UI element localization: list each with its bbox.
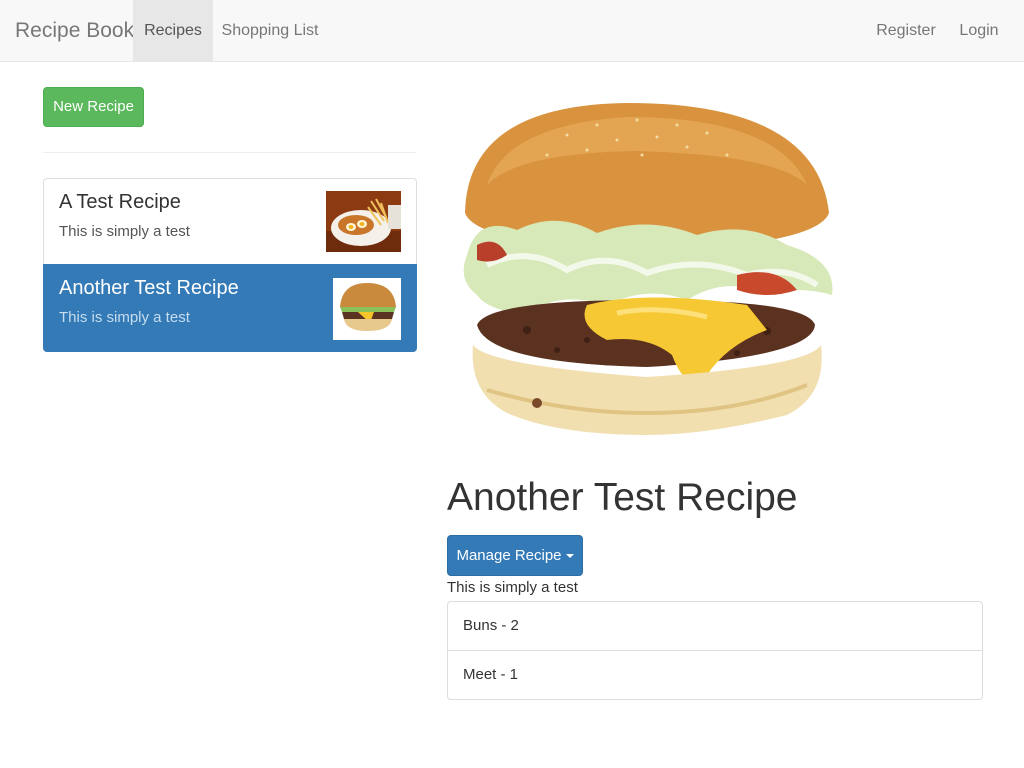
recipe-list: A Test Recipe This is simply a test Anot… (43, 178, 417, 352)
ingredient-list: Buns - 2 Meet - 1 (447, 601, 983, 700)
brand-link[interactable]: Recipe Book (15, 0, 134, 62)
food-plate-thumbnail (326, 191, 401, 252)
nav-recipes[interactable]: Recipes (133, 0, 213, 61)
divider (43, 152, 416, 153)
nav-login[interactable]: Login (950, 0, 1008, 61)
manage-recipe-dropdown-button[interactable]: Manage Recipe (447, 535, 583, 576)
nav-shopping-list[interactable]: Shopping List (218, 0, 322, 61)
recipe-list-item-active[interactable]: Another Test Recipe This is simply a tes… (43, 264, 417, 352)
recipe-list-item[interactable]: A Test Recipe This is simply a test (43, 178, 417, 265)
recipe-detail-description: This is simply a test (447, 579, 578, 596)
caret-down-icon (565, 554, 574, 559)
navbar: Recipe Book Recipes Shopping List Regist… (0, 0, 1024, 62)
recipe-image (447, 95, 847, 445)
recipe-name: Another Test Recipe (59, 277, 239, 299)
ingredient-item[interactable]: Buns - 2 (447, 601, 983, 651)
manage-recipe-label: Manage Recipe (456, 547, 562, 564)
nav-register[interactable]: Register (870, 0, 942, 61)
recipe-description: This is simply a test (59, 223, 190, 240)
recipe-description: This is simply a test (59, 309, 190, 326)
recipe-name: A Test Recipe (59, 191, 181, 213)
new-recipe-button[interactable]: New Recipe (43, 87, 144, 127)
recipe-detail-title: Another Test Recipe (447, 476, 798, 519)
ingredient-item[interactable]: Meet - 1 (447, 650, 983, 700)
burger-thumbnail (333, 278, 401, 340)
